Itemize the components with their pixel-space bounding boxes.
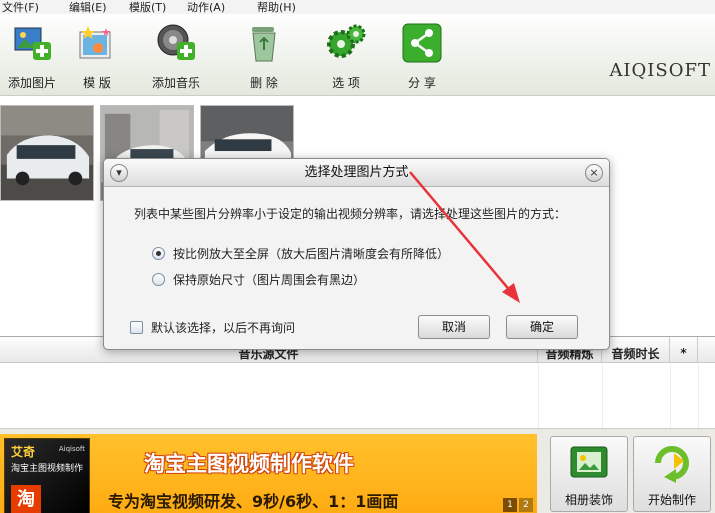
add-image-icon: [14, 27, 51, 60]
share-label: 分 享: [408, 76, 436, 90]
option-scale-label: 按比例放大至全屏（放大后图片清晰度会有所降低）: [173, 247, 450, 261]
options-label: 选 项: [332, 76, 360, 90]
menu-file[interactable]: 文件(F): [2, 0, 39, 14]
menu-edit[interactable]: 编辑(E): [69, 0, 107, 14]
image-thumbnail[interactable]: [0, 105, 94, 201]
close-icon: ×: [589, 166, 599, 179]
option-keep-original[interactable]: 保持原始尺寸（图片周围会有黑边）: [152, 271, 365, 288]
music-table-body: [0, 363, 715, 429]
template-button[interactable]: 模 版: [59, 18, 135, 92]
dialog-title: 选择处理图片方式: [104, 159, 609, 187]
menu-bar: 文件(F) 编辑(E) 模版(T) 动作(A) 帮助(H): [0, 0, 715, 14]
album-icon: [570, 446, 608, 478]
delete-label: 删 除: [250, 76, 278, 90]
dialog-menu-button[interactable]: ▾: [110, 164, 128, 182]
brand-logo: AIQISOFT: [609, 60, 711, 81]
album-decoration-button[interactable]: 相册装饰: [550, 436, 628, 512]
banner-pager: 1 2: [503, 498, 533, 512]
start-arrow-icon: [655, 446, 689, 483]
cancel-button[interactable]: 取消: [418, 315, 490, 339]
chevron-down-icon: ▾: [116, 166, 122, 179]
start-label: 开始制作: [647, 493, 696, 507]
process-image-dialog: 选择处理图片方式 ▾ × 列表中某些图片分辨率小于设定的输出视频分辨率，请选择处…: [103, 158, 610, 350]
toolbar: 添加图片 模 版 添加音乐 删 除 选 项 分 享 AIQISOFT: [0, 14, 715, 96]
radio-checked[interactable]: [152, 247, 165, 260]
album-decoration-label: 相册装饰: [564, 493, 613, 507]
col-audio-duration[interactable]: 音频时长: [602, 337, 670, 363]
menu-template[interactable]: 模版(T): [129, 0, 166, 14]
product-box-image: 艾奇 淘宝主图视频制作 Aiqisoft 淘: [4, 438, 90, 513]
add-music-button[interactable]: 添加音乐: [138, 18, 214, 92]
share-icon: [402, 23, 442, 63]
add-music-label: 添加音乐: [151, 76, 200, 90]
remember-checkbox[interactable]: [130, 321, 143, 334]
option-keep-label: 保持原始尺寸（图片周围会有黑边）: [173, 273, 366, 287]
radio-unchecked[interactable]: [152, 273, 165, 286]
add-music-icon: [157, 24, 195, 60]
menu-action[interactable]: 动作(A): [187, 0, 225, 14]
col-star[interactable]: *: [670, 337, 698, 363]
gear-icon: [327, 24, 366, 58]
share-button[interactable]: 分 享: [384, 18, 460, 92]
banner-page-2[interactable]: 2: [519, 498, 533, 512]
template-icon: [79, 26, 111, 59]
ok-button[interactable]: 确定: [506, 315, 578, 339]
banner-headline: 淘宝主图视频制作软件: [144, 452, 354, 476]
taobao-logo: 淘: [11, 485, 41, 513]
remember-label: 默认该选择，以后不再询问: [151, 321, 296, 335]
delete-button[interactable]: 删 除: [226, 18, 302, 92]
dialog-close-button[interactable]: ×: [585, 164, 603, 182]
trash-icon: [252, 27, 276, 62]
remember-choice[interactable]: 默认该选择，以后不再询问: [130, 319, 295, 336]
template-label: 模 版: [83, 76, 111, 90]
options-button[interactable]: 选 项: [308, 18, 384, 92]
dialog-message: 列表中某些图片分辨率小于设定的输出视频分辨率，请选择处理这些图片的方式：: [134, 207, 567, 221]
promo-banner[interactable]: 艾奇 淘宝主图视频制作 Aiqisoft 淘 淘宝主图视频制作软件 专为淘宝视频…: [0, 434, 537, 513]
menu-help[interactable]: 帮助(H): [257, 0, 296, 14]
bottom-panel: 艾奇 淘宝主图视频制作 Aiqisoft 淘 淘宝主图视频制作软件 专为淘宝视频…: [0, 428, 715, 513]
option-scale-fullscreen[interactable]: 按比例放大至全屏（放大后图片清晰度会有所降低）: [152, 245, 449, 262]
start-button[interactable]: 开始制作: [633, 436, 711, 512]
banner-page-1[interactable]: 1: [503, 498, 517, 512]
banner-subline: 专为淘宝视频研发、9秒/6秒、1：1画面: [108, 492, 399, 511]
